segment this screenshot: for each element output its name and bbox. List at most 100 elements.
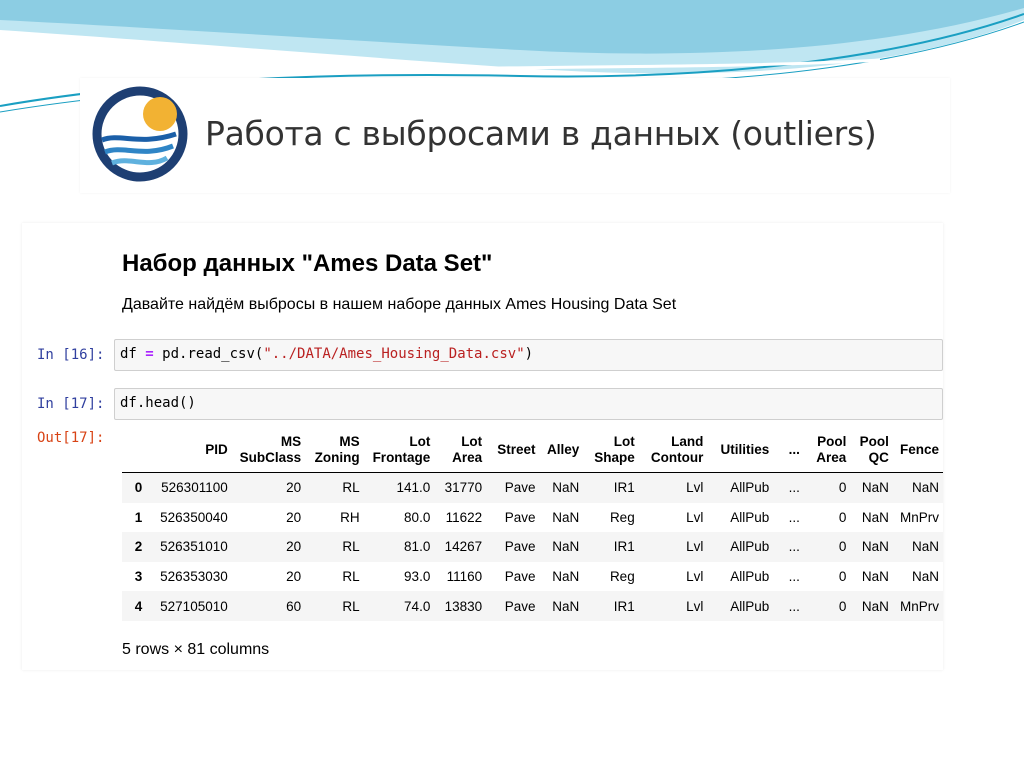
dataframe-shape-info: 5 rows × 81 columns [122, 641, 270, 658]
column-header: Lot Frontage [363, 428, 435, 473]
table-cell: 20 [286, 539, 302, 555]
notebook-heading: Набор данных "Ames Data Set" [122, 250, 493, 277]
row-index: 0 [134, 480, 143, 496]
table-cell: NaN [911, 539, 939, 555]
column-header [122, 428, 147, 473]
table-cell: ... [788, 509, 800, 525]
column-header: ... [773, 428, 804, 473]
table-cell: NaN [552, 598, 580, 614]
slide-title: Работа с выбросами в данных (outliers) [205, 114, 877, 153]
table-cell: 14267 [444, 539, 483, 555]
table-cell: RL [342, 480, 360, 496]
table-row: 1 526350040 20 RH 80.0 11622 Pave NaN Reg Lvl AllP… [122, 503, 943, 533]
column-header-line-2: Shape [594, 450, 635, 465]
table-cell: IR1 [613, 539, 635, 555]
table-cell: NaN [552, 569, 580, 585]
table-cell: NaN [861, 539, 889, 555]
code-cell-2-source: df.head() [120, 395, 196, 411]
code-cell-2[interactable]: df.head() [114, 388, 943, 420]
table-cell: Pave [504, 569, 536, 585]
column-header-line-1: MS [339, 434, 360, 449]
table-cell: Lvl [686, 598, 704, 614]
notebook-description: Давайте найдём выбросы в нашем наборе да… [122, 296, 677, 313]
column-header: Lot Shape [583, 428, 639, 473]
column-header-line-2: PID [205, 442, 228, 457]
table-cell: Lvl [686, 480, 704, 496]
table-cell: MnPrv [899, 598, 939, 614]
code-operator: = [145, 346, 154, 362]
column-header-line-1: Land [671, 434, 704, 449]
column-header-line-2: ... [788, 442, 800, 457]
table-cell: 11160 [446, 569, 483, 585]
table-cell: Lvl [686, 569, 704, 585]
table-cell: RL [342, 598, 360, 614]
table-cell: 20 [286, 569, 302, 585]
row-index: 2 [134, 539, 143, 555]
table-cell: NaN [861, 509, 889, 525]
column-header-line-1: Lot [409, 434, 431, 449]
table-cell: 0 [838, 509, 847, 525]
table-cell: 74.0 [404, 598, 431, 614]
output-prompt: Out[17]: [37, 430, 105, 446]
column-header-line-2: QC [868, 450, 889, 465]
column-header: Utilities [707, 428, 774, 473]
table-row: 0 526301100 20 RL 141.0 31770 Pave NaN IR1 Lvl All… [122, 472, 943, 503]
table-cell: AllPub [730, 598, 770, 614]
table-cell: ... [788, 569, 800, 585]
cell-1-prompt: In [16]: [37, 347, 105, 363]
column-header-line-1: Lot [613, 434, 635, 449]
column-header-line-2: Area [452, 450, 483, 465]
table-body: 0 526301100 20 RL 141.0 31770 Pave NaN IR1 Lvl All… [122, 472, 943, 621]
column-header-line-2: Utilities [720, 442, 770, 457]
table-cell: IR1 [613, 480, 635, 496]
table-cell: RL [342, 569, 360, 585]
column-header-line-2: Area [816, 450, 847, 465]
row-index: 4 [134, 598, 143, 614]
table-cell: 0 [838, 598, 847, 614]
table-cell: 0 [838, 480, 847, 496]
table-cell: 93.0 [404, 569, 431, 585]
table-cell: RH [340, 509, 360, 525]
column-header: Fence [892, 428, 943, 473]
table-cell: NaN [861, 598, 889, 614]
column-header-line-2: Zoning [314, 450, 360, 465]
column-header: MS SubClass [231, 428, 306, 473]
table-cell: NaN [861, 569, 889, 585]
table-cell: RL [342, 539, 360, 555]
column-header-line-2: Frontage [372, 450, 431, 465]
code-call: pd.read_csv( [162, 346, 264, 362]
column-header-line-2: Alley [546, 442, 580, 457]
sun-over-sea-logo-icon [92, 86, 188, 182]
code-var: df [120, 346, 137, 362]
column-header: Pool Area [803, 428, 851, 473]
code-close: ) [524, 346, 534, 362]
row-index: 1 [134, 509, 143, 525]
table-header-row: PID MS SubClass MS Zoning Lot Frontage Lot Area S… [122, 428, 943, 473]
column-header-line-1: Pool [817, 434, 847, 449]
table-cell: 0 [838, 539, 847, 555]
table-cell: 526351010 [160, 539, 228, 555]
table-cell: 20 [286, 509, 302, 525]
table-cell: MnPrv [899, 509, 939, 525]
table-cell: 60 [286, 598, 302, 614]
table-cell: NaN [861, 480, 889, 496]
column-header: Land Contour [638, 428, 708, 473]
table-cell: 13830 [444, 598, 483, 614]
table-cell: ... [788, 480, 800, 496]
code-cell-1-source: df = pd.read_csv("../DATA/Ames_Housing_D… [120, 346, 533, 362]
table-row: 3 526353030 20 RL 93.0 11160 Pave NaN Reg Lvl AllP… [122, 562, 943, 592]
column-header-line-2: SubClass [239, 450, 302, 465]
code-cell-1[interactable]: df = pd.read_csv("../DATA/Ames_Housing_D… [114, 339, 943, 371]
table-row: 2 526351010 20 RL 81.0 14267 Pave NaN IR1 Lvl AllP… [122, 532, 943, 562]
column-header: Street [486, 428, 540, 473]
column-header-line-1: MS [280, 434, 302, 449]
table-cell: ... [788, 598, 800, 614]
column-header: PID [146, 428, 232, 473]
table-cell: AllPub [730, 569, 770, 585]
table-cell: 141.0 [396, 480, 431, 496]
table-cell: Pave [504, 539, 536, 555]
table-cell: 526350040 [160, 509, 228, 525]
column-header-line-2: Fence [899, 442, 939, 457]
notebook-screenshot: Набор данных "Ames Data Set" Давайте най… [22, 223, 943, 670]
table-row: 4 527105010 60 RL 74.0 13830 Pave NaN IR1 Lvl AllP… [122, 591, 943, 621]
